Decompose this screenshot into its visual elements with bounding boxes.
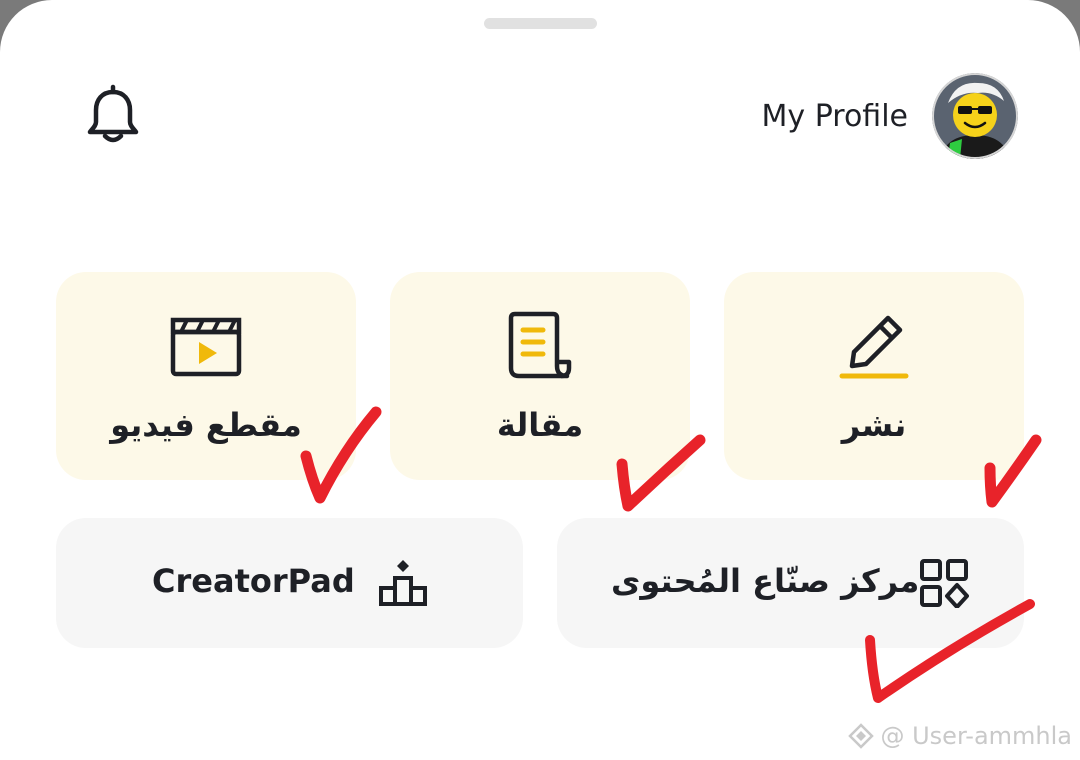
post-label: نشر [841,406,907,444]
watermark-text: @ User-ammhla [880,722,1072,750]
grid-apps-icon [920,559,969,608]
pencil-icon [839,315,909,379]
binance-logo-icon [848,723,875,749]
creatorpad-tile[interactable]: CreatorPad [56,518,523,648]
drag-handle[interactable] [484,18,597,29]
article-icon [508,311,572,379]
video-clip-icon [170,317,242,377]
watermark: @ User-ammhla [848,722,1072,750]
video-clip-label: مقطع فيديو [110,406,302,444]
my-profile-button[interactable]: My Profile [762,72,1018,160]
avatar [932,73,1018,159]
podium-icon [379,560,427,606]
creator-center-label: مركز صنّاع المُحتوى [611,562,920,600]
post-tile[interactable]: نشر [724,272,1024,480]
article-tile[interactable]: مقالة [390,272,690,480]
profile-label: My Profile [761,98,908,134]
article-label: مقالة [496,406,584,444]
bell-icon [87,84,139,143]
video-clip-tile[interactable]: مقطع فيديو [56,272,356,480]
creatorpad-label: CreatorPad [152,562,355,600]
creator-center-tile[interactable]: مركز صنّاع المُحتوى [557,518,1024,648]
bottom-sheet: My Profile مقطع فيديو مقالة نشر CreatorP… [0,0,1080,760]
notification-bell-button[interactable] [80,82,146,148]
